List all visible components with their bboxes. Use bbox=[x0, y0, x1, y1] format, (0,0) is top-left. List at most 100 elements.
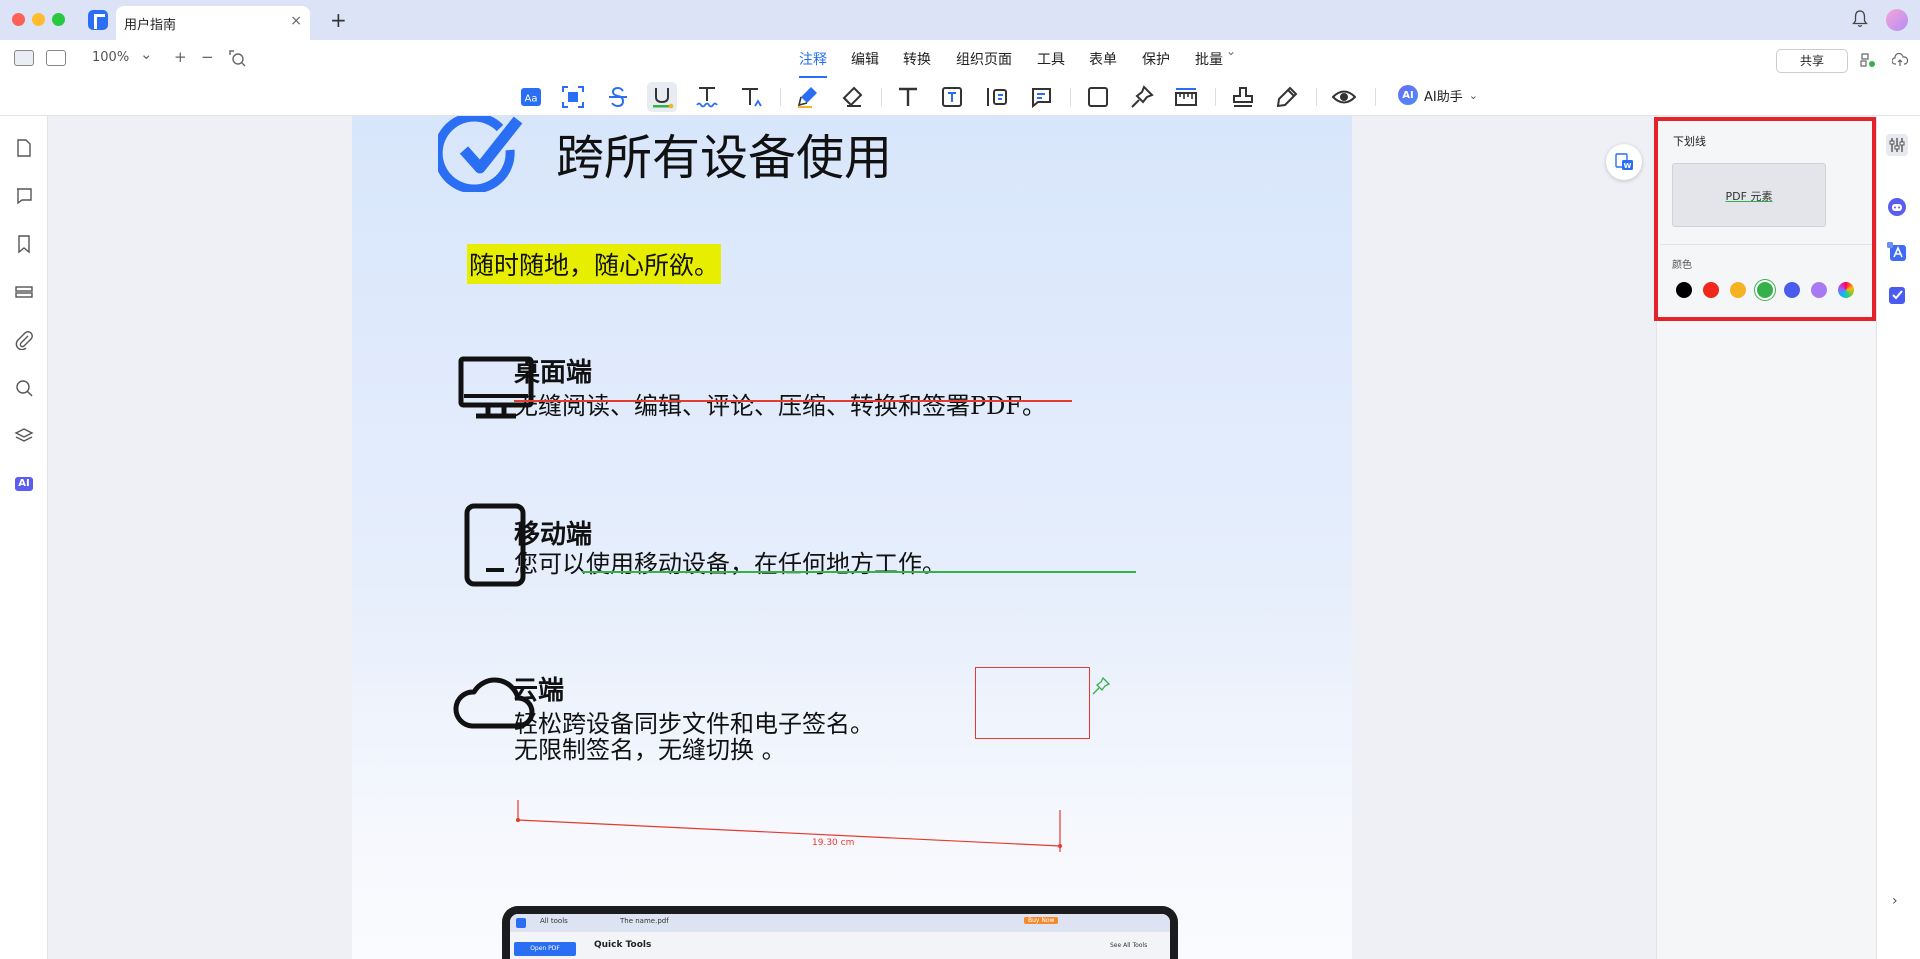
panel-divider bbox=[1660, 244, 1872, 245]
eye-icon[interactable] bbox=[1329, 82, 1359, 112]
close-window-button[interactable] bbox=[12, 13, 25, 26]
layers-icon[interactable] bbox=[14, 426, 34, 446]
word-icon: W bbox=[1615, 153, 1633, 170]
fields-icon[interactable] bbox=[14, 282, 34, 302]
tab-close-icon[interactable]: × bbox=[290, 13, 302, 29]
ai-assistant-label: AI助手 bbox=[1424, 89, 1463, 105]
color-swatch-black[interactable] bbox=[1676, 282, 1692, 298]
squiggly-icon[interactable] bbox=[692, 82, 722, 112]
rectangle-icon[interactable] bbox=[1083, 82, 1113, 112]
eraser-icon[interactable] bbox=[837, 82, 867, 112]
ai-icon[interactable]: AI bbox=[14, 474, 34, 494]
ai-chevron-icon: ⌄ bbox=[1468, 88, 1478, 102]
cloud-text-2[interactable]: 无限制签名，无缝切换 。 bbox=[514, 730, 786, 765]
convert-to-word-button[interactable]: W bbox=[1606, 144, 1642, 180]
maximize-window-button[interactable] bbox=[52, 13, 65, 26]
color-swatch-blue[interactable] bbox=[1784, 282, 1800, 298]
app-logo-icon bbox=[88, 10, 108, 30]
new-tab-button[interactable]: + bbox=[330, 8, 347, 32]
fit-page-icon[interactable] bbox=[228, 49, 246, 67]
bell-icon[interactable] bbox=[1852, 10, 1868, 28]
ai-badge-icon: AI bbox=[1398, 85, 1418, 105]
ai-assistant-button[interactable]: AI AI助手 ⌄ bbox=[1398, 85, 1478, 105]
comment-icon[interactable] bbox=[14, 186, 34, 206]
menu-protect[interactable]: 保护 bbox=[1142, 49, 1170, 69]
batch-chevron-icon[interactable]: ⌄ bbox=[1226, 44, 1236, 58]
left-sidebar: AI bbox=[0, 116, 48, 959]
highlighted-text[interactable]: 随时随地，随心所欲。 bbox=[467, 244, 722, 284]
collapse-panel-icon[interactable]: › bbox=[1892, 893, 1898, 909]
double-page-view-icon[interactable] bbox=[46, 50, 66, 66]
document-canvas[interactable]: 跨所有设备使用 随时随地，随心所欲。 桌面端 无缝阅读、编辑、评论、压缩、转换和… bbox=[48, 116, 1656, 959]
cloud-title: 云端 bbox=[512, 676, 565, 706]
task-icon[interactable] bbox=[1886, 284, 1908, 306]
strikethrough-icon[interactable] bbox=[603, 82, 633, 112]
color-swatch-custom[interactable] bbox=[1838, 282, 1854, 298]
measurement-annotation[interactable] bbox=[512, 800, 1072, 852]
text-box-icon[interactable]: Aa bbox=[516, 82, 546, 112]
properties-icon[interactable] bbox=[1886, 134, 1908, 156]
menu-forms[interactable]: 表单 bbox=[1089, 49, 1117, 69]
pin-annotation-icon[interactable] bbox=[1092, 677, 1110, 695]
user-avatar[interactable] bbox=[1886, 9, 1908, 31]
strikethrough-annotation[interactable] bbox=[514, 400, 1072, 402]
text-tool-icon[interactable] bbox=[893, 82, 923, 112]
cloud-upload-icon[interactable] bbox=[1892, 52, 1908, 68]
laptop-heading: Quick Tools bbox=[594, 940, 652, 950]
insert-text-icon[interactable] bbox=[736, 82, 766, 112]
zoom-dropdown-icon[interactable]: ⌄ bbox=[140, 45, 153, 63]
bookmark-icon[interactable] bbox=[14, 234, 34, 254]
measure-icon[interactable] bbox=[1171, 82, 1201, 112]
panel-title: 下划线 bbox=[1673, 135, 1706, 148]
mobile-text[interactable]: 您可以使用移动设备，在任何地方工作。 bbox=[514, 544, 946, 579]
document-tab[interactable]: 用户指南 × bbox=[116, 6, 310, 40]
ai-assistant-icon[interactable] bbox=[1886, 196, 1908, 218]
menu-organize-pages[interactable]: 组织页面 bbox=[956, 49, 1012, 69]
zoom-out-button[interactable]: − bbox=[201, 48, 214, 66]
note-icon[interactable] bbox=[1026, 82, 1056, 112]
menu-batch[interactable]: 批量 bbox=[1195, 49, 1223, 69]
translate-icon[interactable] bbox=[1886, 241, 1908, 263]
color-swatch-green[interactable] bbox=[1757, 282, 1773, 298]
collaborate-icon[interactable] bbox=[1860, 52, 1876, 68]
pdf-page[interactable]: 跨所有设备使用 随时随地，随心所欲。 桌面端 无缝阅读、编辑、评论、压缩、转换和… bbox=[352, 116, 1352, 959]
attachment-icon[interactable] bbox=[14, 330, 34, 351]
laptop-tab-1: All tools bbox=[540, 917, 568, 925]
color-label: 颜色 bbox=[1672, 260, 1692, 271]
laptop-link: See All Tools bbox=[1110, 942, 1148, 949]
single-page-view-icon[interactable] bbox=[14, 50, 34, 66]
menu-edit[interactable]: 编辑 bbox=[851, 49, 879, 69]
zoom-in-button[interactable]: + bbox=[174, 48, 187, 66]
textbox-icon[interactable] bbox=[937, 82, 967, 112]
share-button[interactable]: 共享 bbox=[1776, 49, 1848, 73]
stamp-icon[interactable] bbox=[1228, 82, 1258, 112]
rectangle-annotation[interactable] bbox=[975, 667, 1090, 739]
color-swatch-red[interactable] bbox=[1703, 282, 1719, 298]
page-heading: 跨所有设备使用 bbox=[556, 130, 893, 186]
desktop-text[interactable]: 无缝阅读、编辑、评论、压缩、转换和签署PDF。 bbox=[514, 386, 1046, 421]
pin-icon[interactable] bbox=[1127, 82, 1157, 112]
menu-annotate[interactable]: 注释 bbox=[799, 49, 827, 78]
tab-title: 用户指南 bbox=[124, 18, 177, 33]
minimize-window-button[interactable] bbox=[32, 13, 45, 26]
callout-icon[interactable] bbox=[982, 82, 1012, 112]
signature-icon[interactable] bbox=[1272, 82, 1302, 112]
menu-convert[interactable]: 转换 bbox=[903, 49, 931, 69]
highlighter-icon[interactable] bbox=[793, 82, 823, 112]
page-thumbnail-icon[interactable] bbox=[14, 138, 34, 158]
menu-tools[interactable]: 工具 bbox=[1037, 49, 1065, 69]
desktop-title: 桌面端 bbox=[514, 358, 593, 388]
ai-rail-label: AI bbox=[18, 478, 30, 489]
zoom-level[interactable]: 100% bbox=[92, 50, 129, 65]
color-swatch-purple[interactable] bbox=[1811, 282, 1827, 298]
measurement-label: 19.30 cm bbox=[812, 838, 855, 848]
svg-text:Aa: Aa bbox=[525, 94, 538, 105]
title-bar: 用户指南 × + bbox=[0, 0, 1920, 40]
color-swatch-orange[interactable] bbox=[1730, 282, 1746, 298]
underline-icon[interactable] bbox=[647, 82, 677, 112]
laptop-buy-now: Buy Now bbox=[1024, 917, 1059, 924]
main-toolbar: 100% ⌄ + − 注释 编辑 转换 组织页面 工具 表单 保护 批量 ⌄ 共… bbox=[0, 40, 1920, 116]
area-highlight-icon[interactable] bbox=[558, 82, 588, 112]
underline-annotation[interactable] bbox=[582, 571, 1136, 573]
search-icon[interactable] bbox=[14, 378, 34, 398]
